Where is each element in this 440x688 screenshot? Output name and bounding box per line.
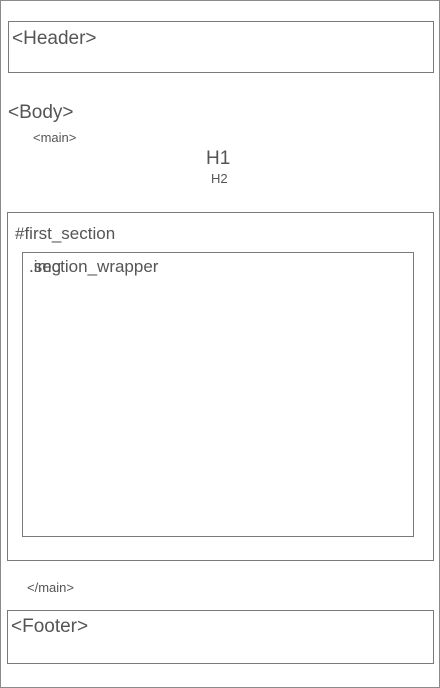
main-close-tag: </main> xyxy=(27,580,74,595)
section-wrapper-box: .section_wrapper .img xyxy=(22,252,414,537)
first-section-label: #first_section xyxy=(15,224,116,243)
footer-box: <Footer> xyxy=(7,610,434,664)
footer-label: <Footer> xyxy=(11,616,89,637)
body-label: <Body> xyxy=(8,102,74,123)
first-section-box: #first_section .section_wrapper .img xyxy=(7,212,434,561)
header-box: <Header> xyxy=(8,21,434,73)
img-label: .img xyxy=(29,257,62,276)
h1-label: H1 xyxy=(206,148,231,169)
main-open-tag: <main> xyxy=(33,130,77,145)
header-label: <Header> xyxy=(12,28,97,49)
h2-label: H2 xyxy=(211,171,228,186)
